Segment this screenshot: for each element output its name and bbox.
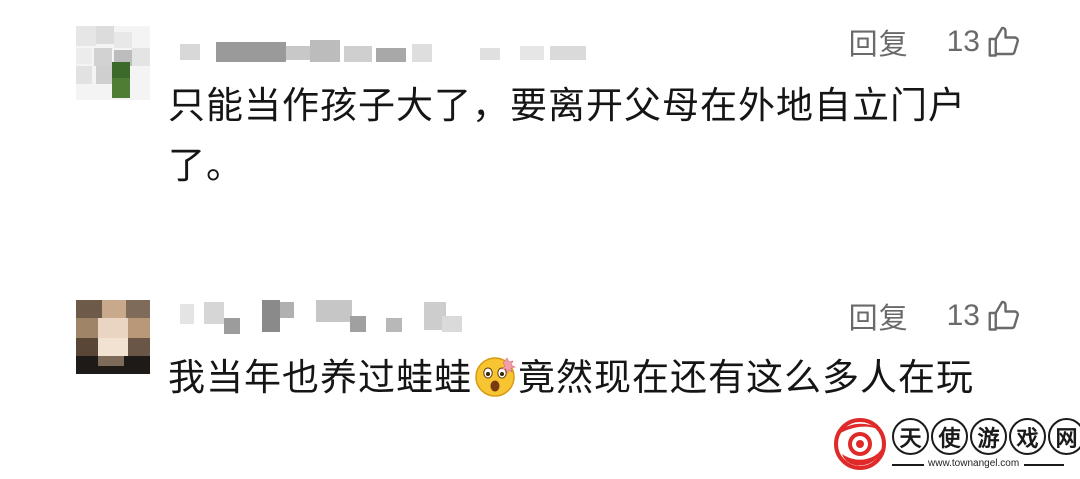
brand-name: 天 使 游 戏 网 <box>892 418 1080 455</box>
brand-char: 使 <box>931 418 968 455</box>
thumbs-up-icon[interactable] <box>986 24 1022 60</box>
thumbs-up-icon[interactable] <box>986 298 1022 334</box>
comment-actions: 回复 13 <box>849 22 1022 62</box>
username-blurred[interactable] <box>180 296 480 336</box>
comment-actions: 回复 13 <box>849 296 1022 336</box>
comment-text: 只能当作孩子大了，要离开父母在外地自立门户了。 <box>168 84 966 187</box>
site-watermark: 天 使 游 戏 网 www.townangel.com <box>828 414 1080 476</box>
avatar[interactable] <box>76 26 150 100</box>
avatar[interactable] <box>76 300 150 374</box>
reply-button[interactable]: 回复 <box>849 21 909 63</box>
brand-char: 游 <box>970 418 1007 455</box>
divider <box>892 464 924 466</box>
reply-button[interactable]: 回复 <box>849 295 909 337</box>
brand-char: 戏 <box>1009 418 1046 455</box>
comment-text-part: 我当年也养过蛙蛙 <box>168 356 472 399</box>
username-blurred[interactable] <box>180 36 600 64</box>
comment-text-part: 竟然现在还有这么多人在玩 <box>518 356 974 399</box>
brand-logo-icon <box>834 418 886 470</box>
like-count: 13 <box>946 25 980 58</box>
brand-char: 天 <box>892 418 929 455</box>
astonished-face-emoji <box>475 357 516 397</box>
like-count: 13 <box>946 299 980 332</box>
brand-char: 网 <box>1048 418 1080 455</box>
divider <box>1024 464 1064 466</box>
comment-text: 我当年也养过蛙蛙 竟然现在还有这么多人在玩 <box>168 348 1028 408</box>
brand-url[interactable]: www.townangel.com <box>928 458 1019 469</box>
